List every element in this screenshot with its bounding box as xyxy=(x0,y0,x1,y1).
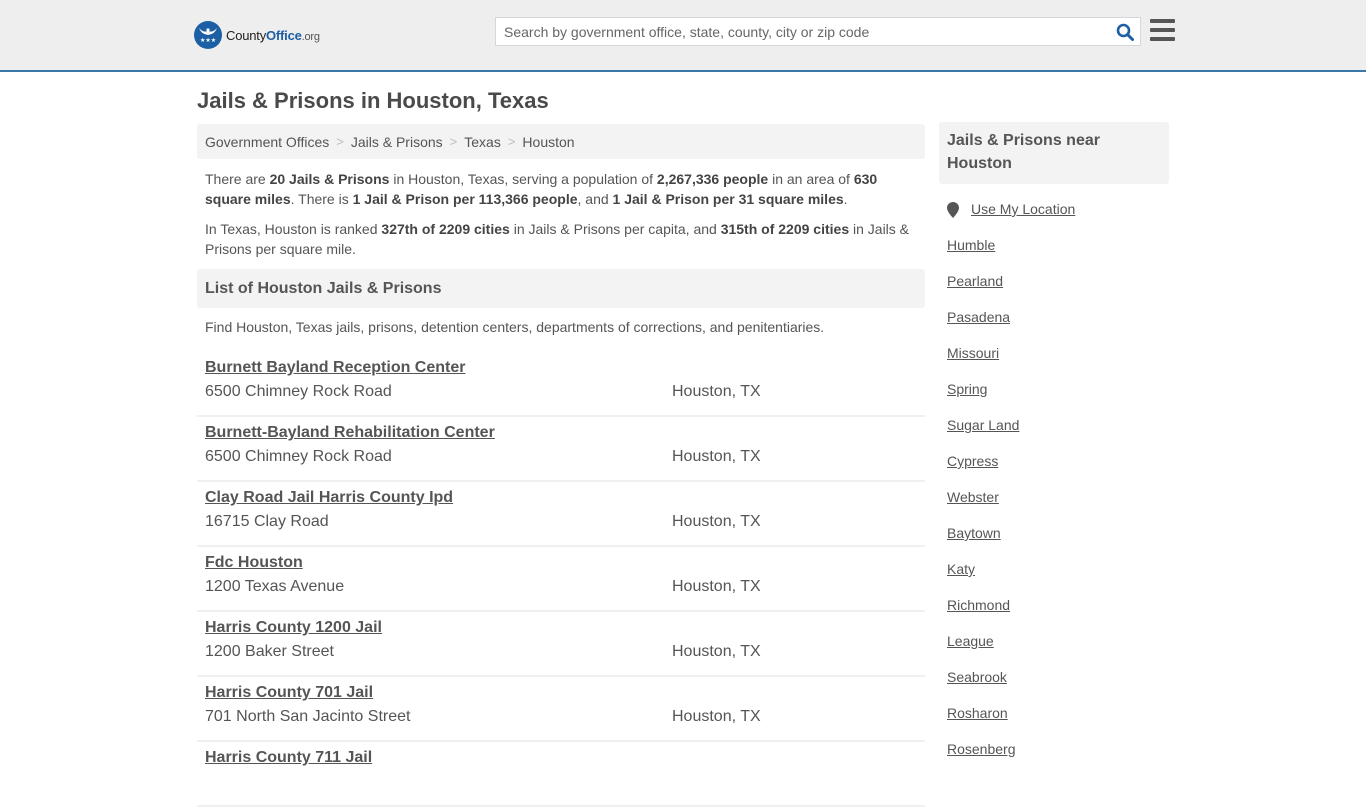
sidebar-city-link[interactable]: Rosenberg xyxy=(947,741,1016,757)
facility-name-link[interactable]: Harris County 711 Jail xyxy=(205,748,372,768)
sidebar-city-item: Humble xyxy=(947,237,1169,273)
facility-city: Houston, TX xyxy=(672,643,761,660)
list-item: Clay Road Jail Harris County Ipd 16715 C… xyxy=(197,482,925,547)
sidebar-city-link[interactable]: Pasadena xyxy=(947,309,1010,325)
sidebar-city-link[interactable]: Humble xyxy=(947,237,995,253)
use-my-location-link[interactable]: Use My Location xyxy=(971,201,1075,217)
sidebar-heading: Jails & Prisons near Houston xyxy=(939,122,1169,184)
sidebar-city-item: Spring xyxy=(947,381,1169,417)
sidebar-city-item: Richmond xyxy=(947,597,1169,633)
facility-name-link[interactable]: Burnett-Bayland Rehabilitation Center xyxy=(205,423,495,443)
sidebar-city-link[interactable]: Spring xyxy=(947,381,987,397)
search-button[interactable] xyxy=(1110,18,1140,45)
list-item: Harris County 711 Jail xyxy=(197,742,925,807)
intro-paragraph-stats: There are 20 Jails & Prisons in Houston,… xyxy=(205,171,878,207)
facility-city: Houston, TX xyxy=(672,578,761,595)
list-item: Fdc Houston 1200 Texas Avenue Houston, T… xyxy=(197,547,925,612)
facility-address: 6500 Chimney Rock Road xyxy=(205,383,392,400)
svg-text:★★★: ★★★ xyxy=(200,37,216,44)
sidebar-city-item: Missouri xyxy=(947,345,1169,381)
breadcrumb-separator: > xyxy=(336,134,344,149)
sidebar-city-link[interactable]: Richmond xyxy=(947,597,1010,613)
facility-name-link[interactable]: Fdc Houston xyxy=(205,553,303,573)
sidebar-city-link[interactable]: League xyxy=(947,633,994,649)
sidebar-city-item: Pasadena xyxy=(947,309,1169,345)
site-logo[interactable]: ★★★ CountyOffice.org xyxy=(194,21,320,49)
facility-name-link[interactable]: Harris County 1200 Jail xyxy=(205,618,382,638)
page-title: Jails & Prisons in Houston, Texas xyxy=(197,88,549,113)
breadcrumb-texas[interactable]: Texas xyxy=(464,134,501,150)
facility-list: Burnett Bayland Reception Center 6500 Ch… xyxy=(197,352,925,807)
search-input[interactable] xyxy=(496,18,1110,45)
eagle-stars-logo-icon: ★★★ xyxy=(194,21,222,49)
list-item: Harris County 1200 Jail 1200 Baker Stree… xyxy=(197,612,925,677)
intro-text: There are 20 Jails & Prisons in Houston,… xyxy=(197,159,925,259)
site-header: ★★★ CountyOffice.org xyxy=(0,0,1366,72)
nearby-sidebar: Jails & Prisons near Houston Use My Loca… xyxy=(939,122,1169,777)
sidebar-city-link[interactable]: Webster xyxy=(947,489,999,505)
facility-name-link[interactable]: Burnett Bayland Reception Center xyxy=(205,358,465,378)
sidebar-city-item: Cypress xyxy=(947,453,1169,489)
use-my-location: Use My Location xyxy=(947,201,1169,237)
facility-city: Houston, TX xyxy=(672,448,761,465)
breadcrumb-separator: > xyxy=(507,134,516,149)
sidebar-city-item: Seabrook xyxy=(947,669,1169,705)
facility-name-link[interactable]: Clay Road Jail Harris County Ipd xyxy=(205,488,453,508)
main-content: Government Offices > Jails & Prisons > T… xyxy=(197,124,925,807)
facility-address: 16715 Clay Road xyxy=(205,513,329,530)
sidebar-city-link[interactable]: Cypress xyxy=(947,453,998,469)
list-section-heading: List of Houston Jails & Prisons xyxy=(197,269,925,308)
facility-city: Houston, TX xyxy=(672,708,761,725)
facility-address: 1200 Texas Avenue xyxy=(205,578,345,595)
list-section-description: Find Houston, Texas jails, prisons, dete… xyxy=(205,319,825,335)
sidebar-city-item: Sugar Land xyxy=(947,417,1169,453)
map-pin-icon xyxy=(947,202,959,218)
logo-text: CountyOffice.org xyxy=(226,27,320,43)
sidebar-city-item: Rosharon xyxy=(947,705,1169,741)
sidebar-city-item: Katy xyxy=(947,561,1169,597)
sidebar-city-link[interactable]: Missouri xyxy=(947,345,999,361)
facility-address: 6500 Chimney Rock Road xyxy=(205,448,392,465)
breadcrumb-houston[interactable]: Houston xyxy=(522,134,574,150)
breadcrumb-separator: > xyxy=(449,134,458,149)
sidebar-city-item: Webster xyxy=(947,489,1169,525)
sidebar-city-link[interactable]: Katy xyxy=(947,561,975,577)
facility-city: Houston, TX xyxy=(672,513,761,530)
search-box xyxy=(495,17,1141,46)
breadcrumb-government-offices[interactable]: Government Offices xyxy=(205,134,329,150)
sidebar-city-item: Baytown xyxy=(947,525,1169,561)
facility-name-link[interactable]: Harris County 701 Jail xyxy=(205,683,373,703)
sidebar-city-link[interactable]: Rosharon xyxy=(947,705,1008,721)
sidebar-city-link[interactable]: Seabrook xyxy=(947,669,1007,685)
facility-city: Houston, TX xyxy=(672,383,761,400)
intro-paragraph-rank: In Texas, Houston is ranked 327th of 220… xyxy=(205,221,910,257)
hamburger-menu-icon[interactable] xyxy=(1150,19,1175,41)
facility-address: 701 North San Jacinto Street xyxy=(205,708,411,725)
sidebar-city-item: Pearland xyxy=(947,273,1169,309)
list-item: Burnett-Bayland Rehabilitation Center 65… xyxy=(197,417,925,482)
facility-address: 1200 Baker Street xyxy=(205,643,334,660)
nearby-city-list: Use My Location Humble Pearland Pasadena… xyxy=(939,201,1169,777)
breadcrumb-jails-prisons[interactable]: Jails & Prisons xyxy=(351,134,443,150)
sidebar-city-link[interactable]: Pearland xyxy=(947,273,1003,289)
list-item: Burnett Bayland Reception Center 6500 Ch… xyxy=(197,352,925,417)
list-item: Harris County 701 Jail 701 North San Jac… xyxy=(197,677,925,742)
search-icon xyxy=(1116,23,1134,41)
breadcrumb: Government Offices > Jails & Prisons > T… xyxy=(197,124,925,159)
sidebar-city-link[interactable]: Baytown xyxy=(947,525,1001,541)
sidebar-city-link[interactable]: Sugar Land xyxy=(947,417,1019,433)
sidebar-city-item: Rosenberg xyxy=(947,741,1169,777)
sidebar-city-item: League xyxy=(947,633,1169,669)
